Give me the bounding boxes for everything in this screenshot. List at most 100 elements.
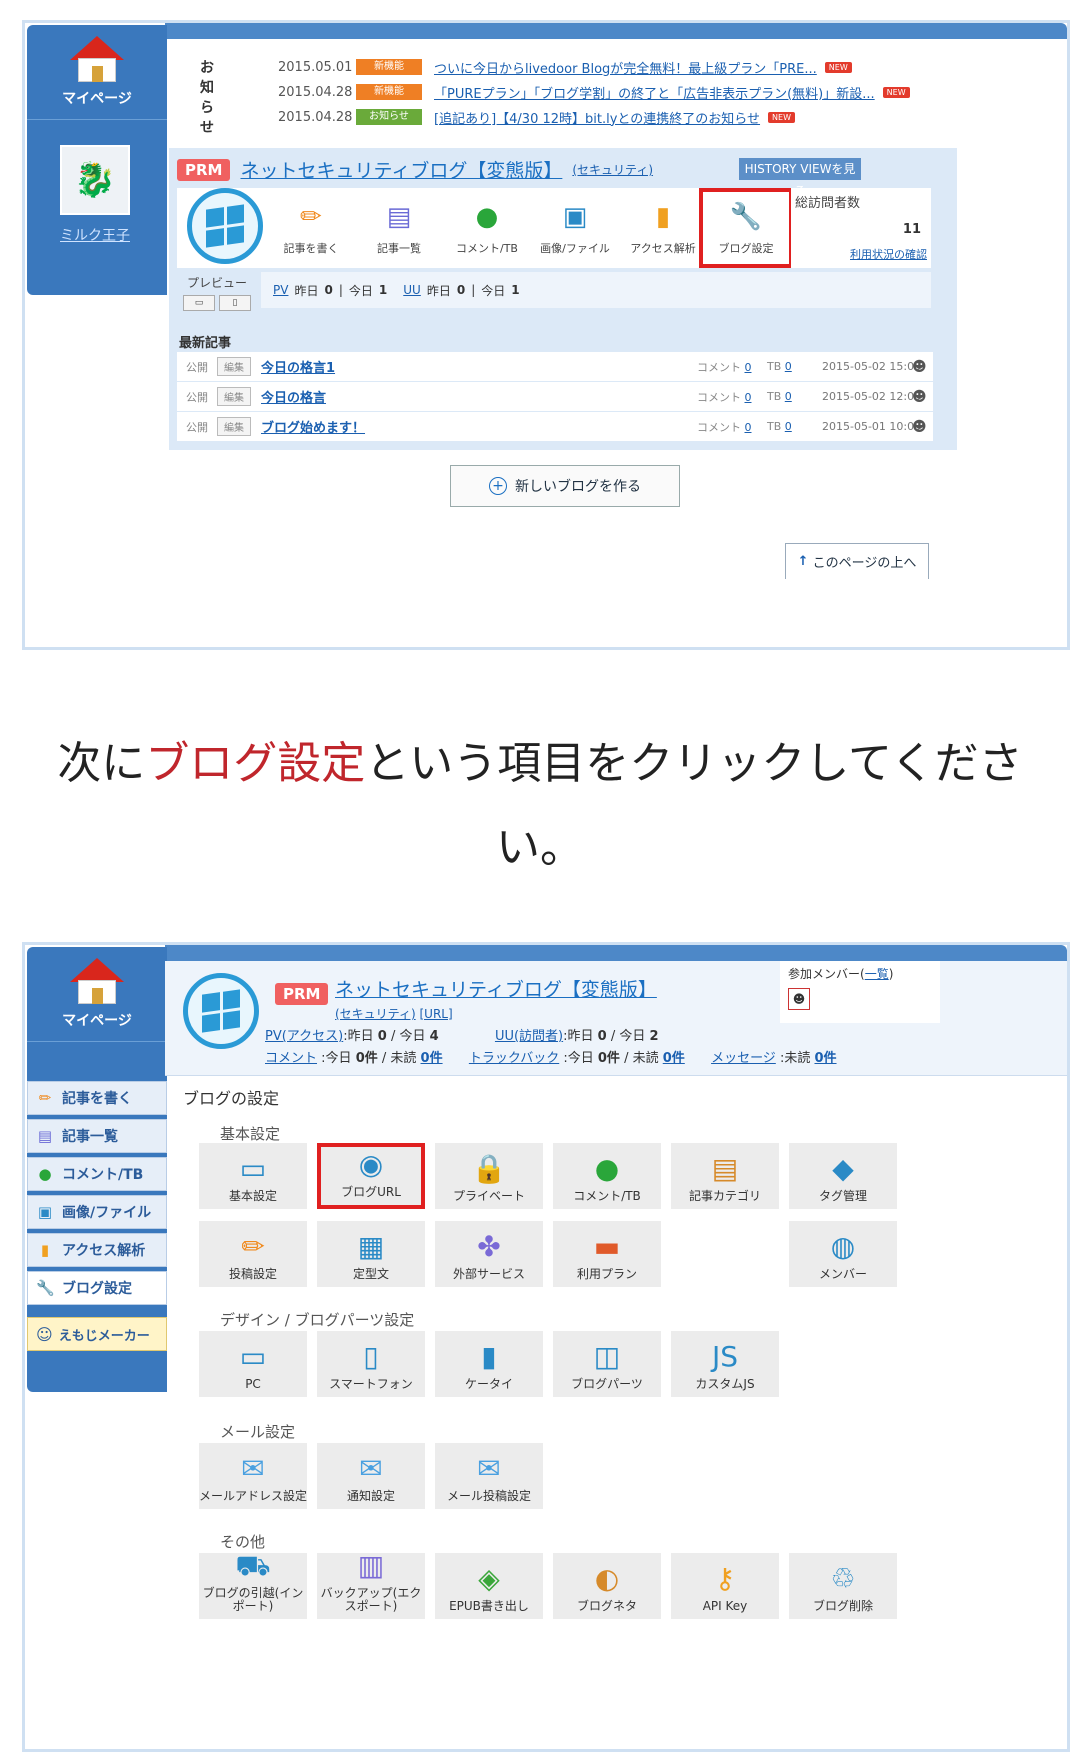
settings-item-icon: ⛟ [235, 1549, 271, 1582]
news-link[interactable]: ついに今日からlivedoor Blogが完全無料！最上級プラン「PRE... [434, 58, 817, 77]
dragon-avatar-icon: 🐉 [73, 160, 117, 200]
blog-settings-button[interactable]: 🔧 ブログ設定 [699, 188, 793, 268]
comment-tb-button[interactable]: ● コメント/TB [443, 188, 531, 268]
image-file-button[interactable]: ▣ 画像/ファイル [531, 188, 619, 268]
url-link[interactable]: [URL] [419, 1007, 452, 1021]
speech-bubble-icon: ● [38, 1165, 52, 1183]
settings-item[interactable]: ◍ メンバー [789, 1221, 897, 1287]
settings-item[interactable]: ▤ 記事カテゴリ [671, 1143, 779, 1209]
access-analysis-button[interactable]: ▮ アクセス解析 [619, 188, 707, 268]
settings-item[interactable]: ◈ EPUB書き出し [435, 1553, 543, 1619]
menu-blog-settings[interactable]: 🔧 ブログ設定 [27, 1271, 167, 1305]
comment-link[interactable]: コメント [265, 1051, 317, 1066]
settings-item[interactable]: ✤ 外部サービス [435, 1221, 543, 1287]
trackback-link[interactable]: トラックバック [469, 1051, 559, 1066]
usage-link[interactable]: 利用状況の確認 [850, 246, 927, 262]
members-label: 参加メンバー( [788, 967, 865, 981]
members-close: ) [888, 967, 894, 981]
settings-item[interactable]: ✉ メール投稿設定 [435, 1443, 543, 1509]
comment-count-link[interactable]: 0 [745, 421, 752, 434]
settings-item[interactable]: ▯ スマートフォン [317, 1331, 425, 1397]
username-link[interactable]: ミルク王子 [45, 225, 145, 245]
settings-item-label: 利用プラン [576, 1267, 637, 1281]
pv-t-label: / 今日 [390, 1029, 426, 1044]
settings-item[interactable]: ▬ 利用プラン [553, 1221, 661, 1287]
news-badge: 新機能 [356, 84, 422, 100]
settings-item[interactable]: ● コメント/TB [553, 1143, 661, 1209]
settings-item[interactable]: ▭ PC [199, 1331, 307, 1397]
comment-count-link[interactable]: 0 [745, 391, 752, 404]
tb-count-link[interactable]: 0 [785, 420, 792, 433]
post-title-link[interactable]: 今日の格言1 [261, 357, 335, 376]
post-row: 公開 編集 今日の格言 コメント 0 TB 0 2015-05-02 12:00… [177, 382, 933, 412]
mobile-preview-icon[interactable]: ▯ [219, 295, 251, 311]
edit-button[interactable]: 編集 [217, 387, 251, 406]
settings-item[interactable]: ♲ ブログ削除 [789, 1553, 897, 1619]
pv-link[interactable]: PV(アクセス) [265, 1029, 343, 1044]
cm-unread[interactable]: 0件 [421, 1051, 443, 1066]
settings-item[interactable]: ◫ ブログパーツ [553, 1331, 661, 1397]
settings-item-icon: ✤ [477, 1230, 501, 1263]
uu-link[interactable]: UU [403, 283, 421, 297]
settings-item[interactable]: ▮ ケータイ [435, 1331, 543, 1397]
settings-item[interactable]: ▦ 定型文 [317, 1221, 425, 1287]
article-list-button[interactable]: ▤ 記事一覧 [355, 188, 443, 268]
settings-item[interactable]: ⚷ API Key [671, 1553, 779, 1619]
news-link[interactable]: [追記あり]【4/30 12時】bit.lyとの連携終了のお知らせ [434, 108, 760, 127]
pv-link[interactable]: PV [273, 283, 288, 297]
uu-link[interactable]: UU(訪問者) [495, 1029, 563, 1044]
preview-label: プレビュー [186, 276, 247, 290]
member-avatar[interactable]: ☻ [788, 988, 810, 1010]
comment-count-link[interactable]: 0 [745, 361, 752, 374]
settings-item[interactable]: ✏ 投稿設定 [199, 1221, 307, 1287]
menu-image-file[interactable]: ▣ 画像/ファイル [27, 1195, 167, 1229]
menu-comment-tb[interactable]: ● コメント/TB [27, 1157, 167, 1191]
tb-count-link[interactable]: 0 [785, 360, 792, 373]
wrench-icon: 🔧 [729, 202, 763, 232]
emoji-maker-button[interactable]: ☺ えもじメーカー [27, 1317, 167, 1351]
category-link[interactable]: (セキュリティ) [335, 1007, 416, 1021]
write-article-button[interactable]: ✏ 記事を書く [267, 188, 355, 268]
edit-button[interactable]: 編集 [217, 357, 251, 376]
tb-count-link[interactable]: 0 [785, 390, 792, 403]
settings-item-icon: ✉ [359, 1452, 383, 1485]
settings-item[interactable]: ▥ バックアップ(エクスポート) [317, 1551, 425, 1619]
settings-item[interactable]: ⛟ ブログの引越(インポート) [199, 1549, 307, 1619]
latest-posts-list: 公開 編集 今日の格言1 コメント 0 TB 0 2015-05-02 15:0… [177, 352, 933, 442]
post-title-link[interactable]: ブログ始めます！ [261, 417, 365, 436]
visitor-count: 11 [902, 222, 921, 237]
mypage-button[interactable]: マイページ [27, 947, 167, 1042]
settings-item[interactable]: ✉ 通知設定 [317, 1443, 425, 1509]
settings-item[interactable]: ✉ メールアドレス設定 [199, 1443, 307, 1509]
settings-item[interactable]: ▭ 基本設定 [199, 1143, 307, 1209]
tb-unread[interactable]: 0件 [663, 1051, 685, 1066]
message-link[interactable]: メッセージ [711, 1051, 776, 1066]
settings-item[interactable]: ◐ ブログネタ [553, 1553, 661, 1619]
settings-item[interactable]: ◉ ブログURL [317, 1143, 425, 1209]
avatar[interactable]: 🐉 [60, 145, 130, 215]
blog-title-link[interactable]: ネットセキュリティブログ【変態版】 [335, 975, 657, 1002]
screenshot-dashboard: マイページ 🐉 ミルク王子 お知らせ 2015.05.01 新機能 ついに今日か… [22, 20, 1070, 650]
blog-category-link[interactable]: (セキュリティ) [572, 161, 653, 178]
pc-preview-icon[interactable]: ▭ [183, 295, 215, 311]
bar-chart-icon: ▮ [655, 202, 671, 232]
news-link[interactable]: 「PUREプラン」「ブログ学割」の終了と「広告非表示プラン(無料)」新設... [434, 83, 875, 102]
history-view-button[interactable]: HISTORY VIEWを見る [739, 158, 861, 198]
mypage-button[interactable]: マイページ [27, 25, 167, 120]
new-blog-button[interactable]: + 新しいブログを作る [450, 465, 680, 507]
comment-label: コメント [697, 390, 741, 404]
menu-article-list[interactable]: ▤ 記事一覧 [27, 1119, 167, 1153]
members-list-link[interactable]: 一覧 [865, 967, 889, 981]
msg-unread[interactable]: 0件 [814, 1051, 836, 1066]
blog-title-link[interactable]: ネットセキュリティブログ【変態版】 [240, 156, 562, 183]
menu-write-article[interactable]: ✏ 記事を書く [27, 1081, 167, 1115]
settings-item[interactable]: JS カスタムJS [671, 1331, 779, 1397]
settings-item[interactable]: ◆ タグ管理 [789, 1143, 897, 1209]
settings-item[interactable]: 🔒 プライベート [435, 1143, 543, 1209]
cm-u-label: / 未読 [381, 1051, 417, 1066]
edit-button[interactable]: 編集 [217, 417, 251, 436]
menu-access-analysis[interactable]: ▮ アクセス解析 [27, 1233, 167, 1267]
tool-bar: ✏ 記事を書く ▤ 記事一覧 ● コメント/TB ▣ 画像/ファイル ▮ アクセ… [177, 188, 793, 268]
page-top-button[interactable]: ↑ このページの上へ [785, 543, 929, 579]
post-title-link[interactable]: 今日の格言 [261, 387, 326, 406]
